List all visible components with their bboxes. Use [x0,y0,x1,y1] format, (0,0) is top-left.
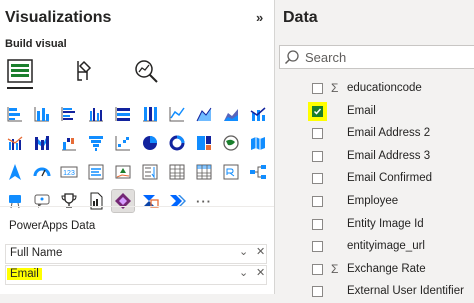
well-field-label: Full Name [10,247,63,259]
build-visual-tab[interactable] [2,53,38,89]
data-search-box[interactable]: Search [279,45,474,69]
format-visual-tab[interactable] [64,53,100,89]
chevron-down-icon[interactable]: ⌄ [239,245,248,258]
analytics-tab[interactable] [128,53,164,89]
field-checkbox[interactable] [312,150,323,162]
power-automate-icon[interactable] [139,190,161,212]
waterfall-chart-icon[interactable] [58,132,80,154]
field-row[interactable]: Employee [305,191,474,213]
pie-chart-icon[interactable] [139,132,161,154]
field-row[interactable]: Σ Exchange Rate [305,259,474,281]
slicer-icon[interactable] [139,161,161,183]
chevron-down-icon[interactable]: ⌄ [239,266,248,279]
field-checkbox[interactable] [312,173,323,185]
funnel-chart-icon[interactable] [85,132,107,154]
card-icon[interactable]: 123 [58,161,80,183]
collapse-pane-button[interactable]: » [256,10,263,25]
power-automate-chevron-icon[interactable] [166,190,188,212]
field-well-email[interactable]: Email ⌄ ✕ [5,265,267,285]
trophy-icon[interactable] [58,190,80,212]
r-script-visual-icon[interactable] [220,161,242,183]
multi-row-card-icon[interactable] [85,161,107,183]
field-name: Email Address 2 [347,127,431,140]
field-checkbox[interactable] [312,241,323,253]
scatter-chart-icon[interactable] [112,132,134,154]
filled-map-icon[interactable] [247,132,269,154]
map-icon[interactable] [220,132,242,154]
pane-divider [0,206,274,207]
analytics-magnifier-icon [135,60,158,83]
stacked-area-chart-icon[interactable] [220,103,242,125]
paginated-report-icon[interactable] [85,190,107,212]
field-name: Exchange Rate [347,262,426,275]
clustered-column-chart-icon[interactable] [85,103,107,125]
field-name: External User Identifier [347,285,464,298]
build-visual-icon [7,59,33,83]
field-row[interactable]: entityimage_url [305,236,474,258]
clustered-bar-chart-icon[interactable] [58,103,80,125]
ribbon-chart-icon[interactable] [31,132,53,154]
100-stacked-bar-chart-icon[interactable] [112,103,134,125]
sigma-icon: Σ [331,261,339,276]
field-well-full-name[interactable]: Full Name ⌄ ✕ [5,244,267,264]
search-input[interactable]: Search [305,50,346,65]
field-checkbox[interactable] [312,196,323,207]
field-checkbox[interactable] [312,83,323,94]
visualizations-title: Visualizations [5,9,112,26]
field-row[interactable]: Email Address 3 [305,146,474,168]
sigma-icon: Σ [331,81,339,95]
field-name: Entity Image Id [347,217,424,230]
field-row[interactable]: Email [305,101,474,123]
qa-visual-icon[interactable] [31,190,53,212]
line-and-stacked-column-chart-icon[interactable] [247,103,269,125]
field-name: Employee [347,195,399,207]
field-checkbox[interactable] [312,105,323,117]
format-brush-icon [77,60,92,81]
line-chart-icon[interactable] [166,103,188,125]
matrix-icon[interactable] [193,161,215,183]
key-influencers-icon[interactable] [4,190,26,212]
more-visuals-button[interactable]: ··· [193,190,215,212]
field-row[interactable]: Email Confirmed [305,168,474,190]
search-icon [284,49,300,70]
build-visual-label: Build visual [5,38,67,50]
field-checkbox[interactable] [312,218,323,230]
field-name: Email Confirmed [347,172,432,185]
field-row[interactable]: Σeducationcode [305,78,474,100]
remove-field-icon[interactable]: ✕ [256,245,265,258]
treemap-icon[interactable] [193,132,215,154]
field-row[interactable]: Entity Image Id [305,214,474,236]
100-stacked-column-chart-icon[interactable] [139,103,161,125]
field-row[interactable]: External User Identifier [305,281,474,303]
well-field-label: Email [7,268,42,280]
svg-text:123: 123 [63,170,75,177]
field-name: entityimage_url [347,240,425,253]
field-row[interactable]: Email Address 2 [305,123,474,145]
field-name: Email Address 3 [347,149,431,162]
selected-visual-name: PowerApps Data [9,220,96,232]
donut-chart-icon[interactable] [166,132,188,154]
data-pane-title: Data [283,9,318,26]
stacked-bar-chart-icon[interactable] [4,103,26,125]
field-name: Email [347,104,376,117]
remove-field-icon[interactable]: ✕ [256,266,265,279]
stacked-column-chart-icon[interactable] [31,103,53,125]
field-checkbox[interactable] [312,286,323,298]
azure-map-icon[interactable] [4,161,26,183]
kpi-icon[interactable] [112,161,134,183]
area-chart-icon[interactable] [193,103,215,125]
decomposition-tree-icon[interactable] [247,161,269,183]
line-and-clustered-column-chart-icon[interactable] [4,132,26,154]
powerapps-visual-icon[interactable] [111,189,135,213]
field-checkbox[interactable] [312,128,323,140]
gauge-icon[interactable] [31,161,53,183]
field-checkbox[interactable] [312,263,323,275]
field-name: educationcode [347,82,422,94]
table-icon[interactable] [166,161,188,183]
visualizations-pane: Visualizations » Build visual 123 ··· Po… [0,0,275,294]
checkmark-icon [313,108,322,115]
